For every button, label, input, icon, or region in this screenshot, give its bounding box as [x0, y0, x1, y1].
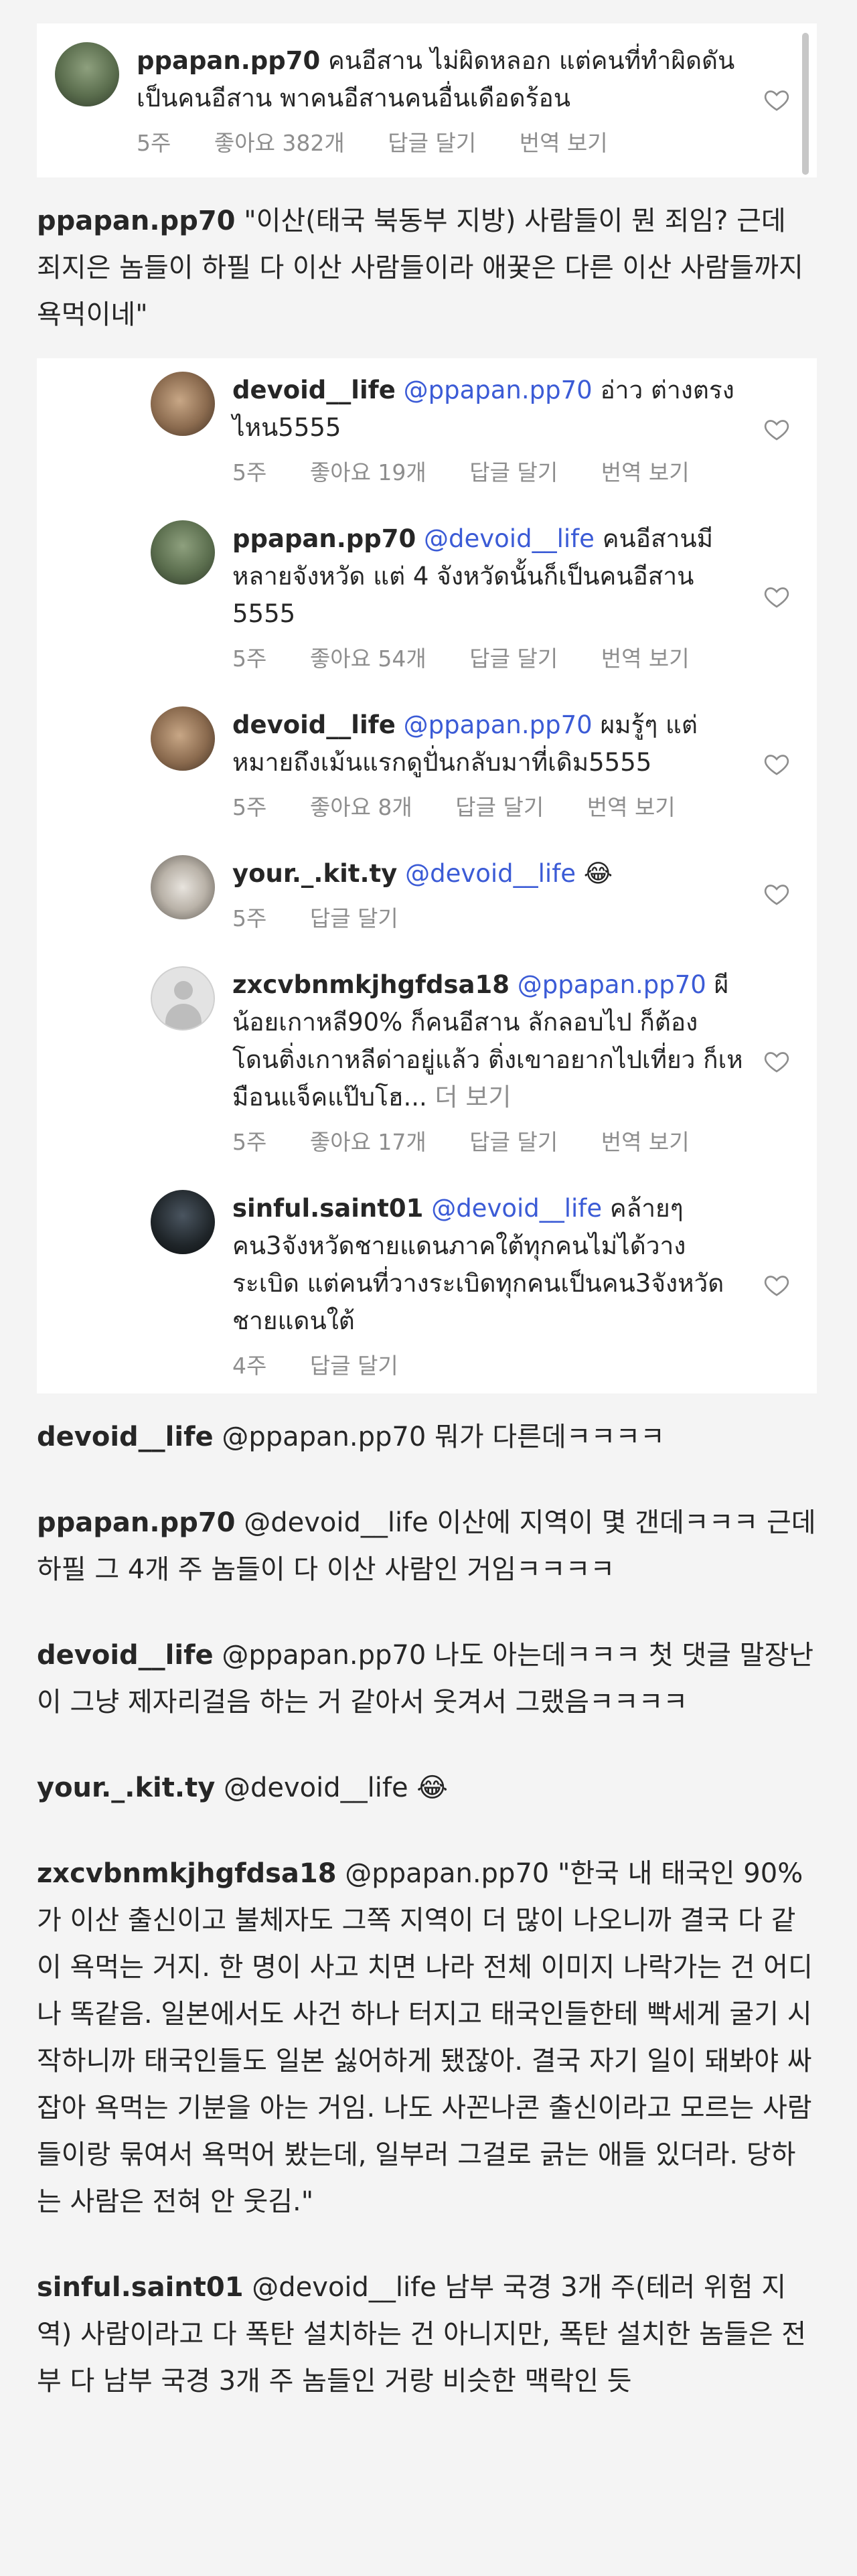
translate-button[interactable]: 번역 보기 — [601, 1129, 690, 1155]
translation-mention: @ppapan.pp70 — [222, 1422, 426, 1452]
like-count[interactable]: 좋아요 8개 — [310, 794, 412, 820]
default-avatar-body — [165, 1004, 202, 1029]
reply-mention[interactable]: @ppapan.pp70 — [404, 710, 593, 739]
translation-username: zxcvbnmkjhgfdsa18 — [37, 1858, 337, 1889]
reply-item: sinful.saint01 @devoid__life คล้ายๆคน3จั… — [37, 1190, 817, 1380]
heart-outline-icon[interactable] — [763, 583, 790, 610]
translation-text: 뭐가 다른데ㅋㅋㅋㅋ — [435, 1422, 665, 1452]
reply-item: your._.kit.ty @devoid__life 😂 5주 답글 달기 — [37, 855, 817, 933]
translate-button[interactable]: 번역 보기 — [601, 646, 690, 672]
translation-username: ppapan.pp70 — [37, 206, 236, 236]
translation-username: devoid__life — [37, 1422, 214, 1452]
translation-mention: @ppapan.pp70 — [222, 1640, 426, 1671]
reply-username[interactable]: your._.kit.ty — [232, 859, 397, 888]
translation-username: sinful.saint01 — [37, 2272, 244, 2303]
reply-time: 4주 — [232, 1353, 267, 1379]
translation-paragraph: devoid__life @ppapan.pp70 나도 아는데ㅋㅋㅋ 첫 댓글… — [37, 1632, 817, 1726]
comment-time: 5주 — [137, 130, 171, 156]
translation-paragraph: your._.kit.ty @devoid__life 😂 — [37, 1764, 817, 1811]
reply-mention[interactable]: @ppapan.pp70 — [404, 376, 593, 404]
reply-mention[interactable]: @ppapan.pp70 — [518, 970, 706, 999]
reply-item: zxcvbnmkjhgfdsa18 @ppapan.pp70 ผีน้อยเกา… — [37, 966, 817, 1156]
translation-username: devoid__life — [37, 1640, 214, 1671]
avatar[interactable] — [151, 1190, 215, 1254]
reply-item: devoid__life @ppapan.pp70 ผมรู้ๆ แต่หมาย… — [37, 706, 817, 822]
comment-text: ppapan.pp70 คนอีสาน ไม่ผิดหลอก แต่คนที่ท… — [137, 42, 743, 117]
reply-item: ppapan.pp70 @devoid__life คนอีสานมีหลายจ… — [37, 520, 817, 673]
reply-username[interactable]: ppapan.pp70 — [232, 524, 416, 553]
like-count[interactable]: 좋아요 19개 — [310, 459, 426, 485]
reply-button[interactable]: 답글 달기 — [469, 1129, 558, 1155]
translate-button[interactable]: 번역 보기 — [587, 794, 676, 820]
reply-username[interactable]: devoid__life — [232, 710, 396, 739]
heart-outline-icon[interactable] — [763, 416, 790, 443]
reply-body: 😂 — [583, 859, 613, 888]
reply-time: 5주 — [232, 459, 267, 485]
top-comment-card: ppapan.pp70 คนอีสาน ไม่ผิดหลอก แต่คนที่ท… — [37, 23, 817, 177]
reply-mention[interactable]: @devoid__life — [405, 859, 576, 888]
reply-username[interactable]: zxcvbnmkjhgfdsa18 — [232, 970, 510, 999]
translation-username: ppapan.pp70 — [37, 1507, 236, 1538]
translation-paragraph: zxcvbnmkjhgfdsa18 @ppapan.pp70 "한국 내 태국인… — [37, 1850, 817, 2225]
reply-item: devoid__life @ppapan.pp70 อ่าว ต่างตรงไห… — [37, 372, 817, 487]
reply-username[interactable]: sinful.saint01 — [232, 1194, 423, 1223]
heart-outline-icon[interactable] — [763, 881, 790, 907]
comment-username[interactable]: ppapan.pp70 — [137, 46, 320, 75]
translation-paragraph: devoid__life @ppapan.pp70 뭐가 다른데ㅋㅋㅋㅋ — [37, 1414, 817, 1460]
reply-mention[interactable]: @devoid__life — [424, 524, 595, 553]
heart-outline-icon[interactable] — [763, 1272, 790, 1298]
comment-meta: 5주 좋아요 382개 답글 달기 번역 보기 — [137, 125, 743, 157]
reply-time: 5주 — [232, 794, 267, 820]
avatar[interactable] — [151, 966, 215, 1031]
translation-paragraph: ppapan.pp70 @devoid__life 이산에 지역이 몇 갠데ㅋㅋ… — [37, 1499, 817, 1593]
reply-username[interactable]: devoid__life — [232, 376, 396, 404]
heart-outline-icon[interactable] — [763, 751, 790, 777]
reply-button[interactable]: 답글 달기 — [455, 794, 544, 820]
translation-mention: @devoid__life — [252, 2272, 437, 2303]
avatar[interactable] — [151, 855, 215, 919]
translation-text: 😂 — [416, 1772, 449, 1803]
like-count[interactable]: 좋아요 382개 — [214, 130, 345, 156]
reply-button[interactable]: 답글 달기 — [469, 646, 558, 672]
scrollbar[interactable] — [802, 33, 809, 175]
translation-username: your._.kit.ty — [37, 1772, 216, 1803]
reply-time: 5주 — [232, 646, 267, 672]
top-comment: ppapan.pp70 คนอีสาน ไม่ผิดหลอก แต่คนที่ท… — [37, 42, 817, 157]
translation-paragraph: ppapan.pp70 "이산(태국 북동부 지방) 사람들이 뭔 죄임? 근데… — [37, 198, 817, 338]
default-avatar-head — [174, 981, 193, 1000]
like-count[interactable]: 좋아요 54개 — [310, 646, 426, 672]
reply-button[interactable]: 답글 달기 — [469, 459, 558, 485]
translation-mention: @ppapan.pp70 — [345, 1858, 550, 1889]
heart-outline-icon[interactable] — [763, 1048, 790, 1075]
translate-button[interactable]: 번역 보기 — [520, 130, 608, 156]
reply-button[interactable]: 답글 달기 — [310, 1353, 398, 1379]
translate-button[interactable]: 번역 보기 — [601, 459, 690, 485]
like-count[interactable]: 좋아요 17개 — [310, 1129, 426, 1155]
heart-outline-icon[interactable] — [763, 86, 790, 113]
avatar[interactable] — [151, 372, 215, 436]
reply-time: 5주 — [232, 905, 267, 931]
avatar[interactable] — [151, 706, 215, 771]
avatar[interactable] — [151, 520, 215, 585]
translation-text: "한국 내 태국인 90%가 이산 출신이고 불체자도 그쪽 지역이 더 많이 … — [37, 1858, 813, 2217]
reply-mention[interactable]: @devoid__life — [431, 1194, 602, 1223]
reply-button[interactable]: 답글 달기 — [310, 905, 398, 931]
avatar[interactable] — [55, 42, 119, 106]
translation-mention: @devoid__life — [244, 1507, 428, 1538]
replies-card: devoid__life @ppapan.pp70 อ่าว ต่างตรงไห… — [37, 358, 817, 1393]
reply-button[interactable]: 답글 달기 — [388, 130, 476, 156]
translation-paragraph: sinful.saint01 @devoid__life 남부 국경 3개 주(… — [37, 2264, 817, 2405]
see-more-link[interactable]: 더 보기 — [435, 1083, 512, 1112]
translation-mention: @devoid__life — [224, 1772, 408, 1803]
reply-time: 5주 — [232, 1129, 267, 1155]
